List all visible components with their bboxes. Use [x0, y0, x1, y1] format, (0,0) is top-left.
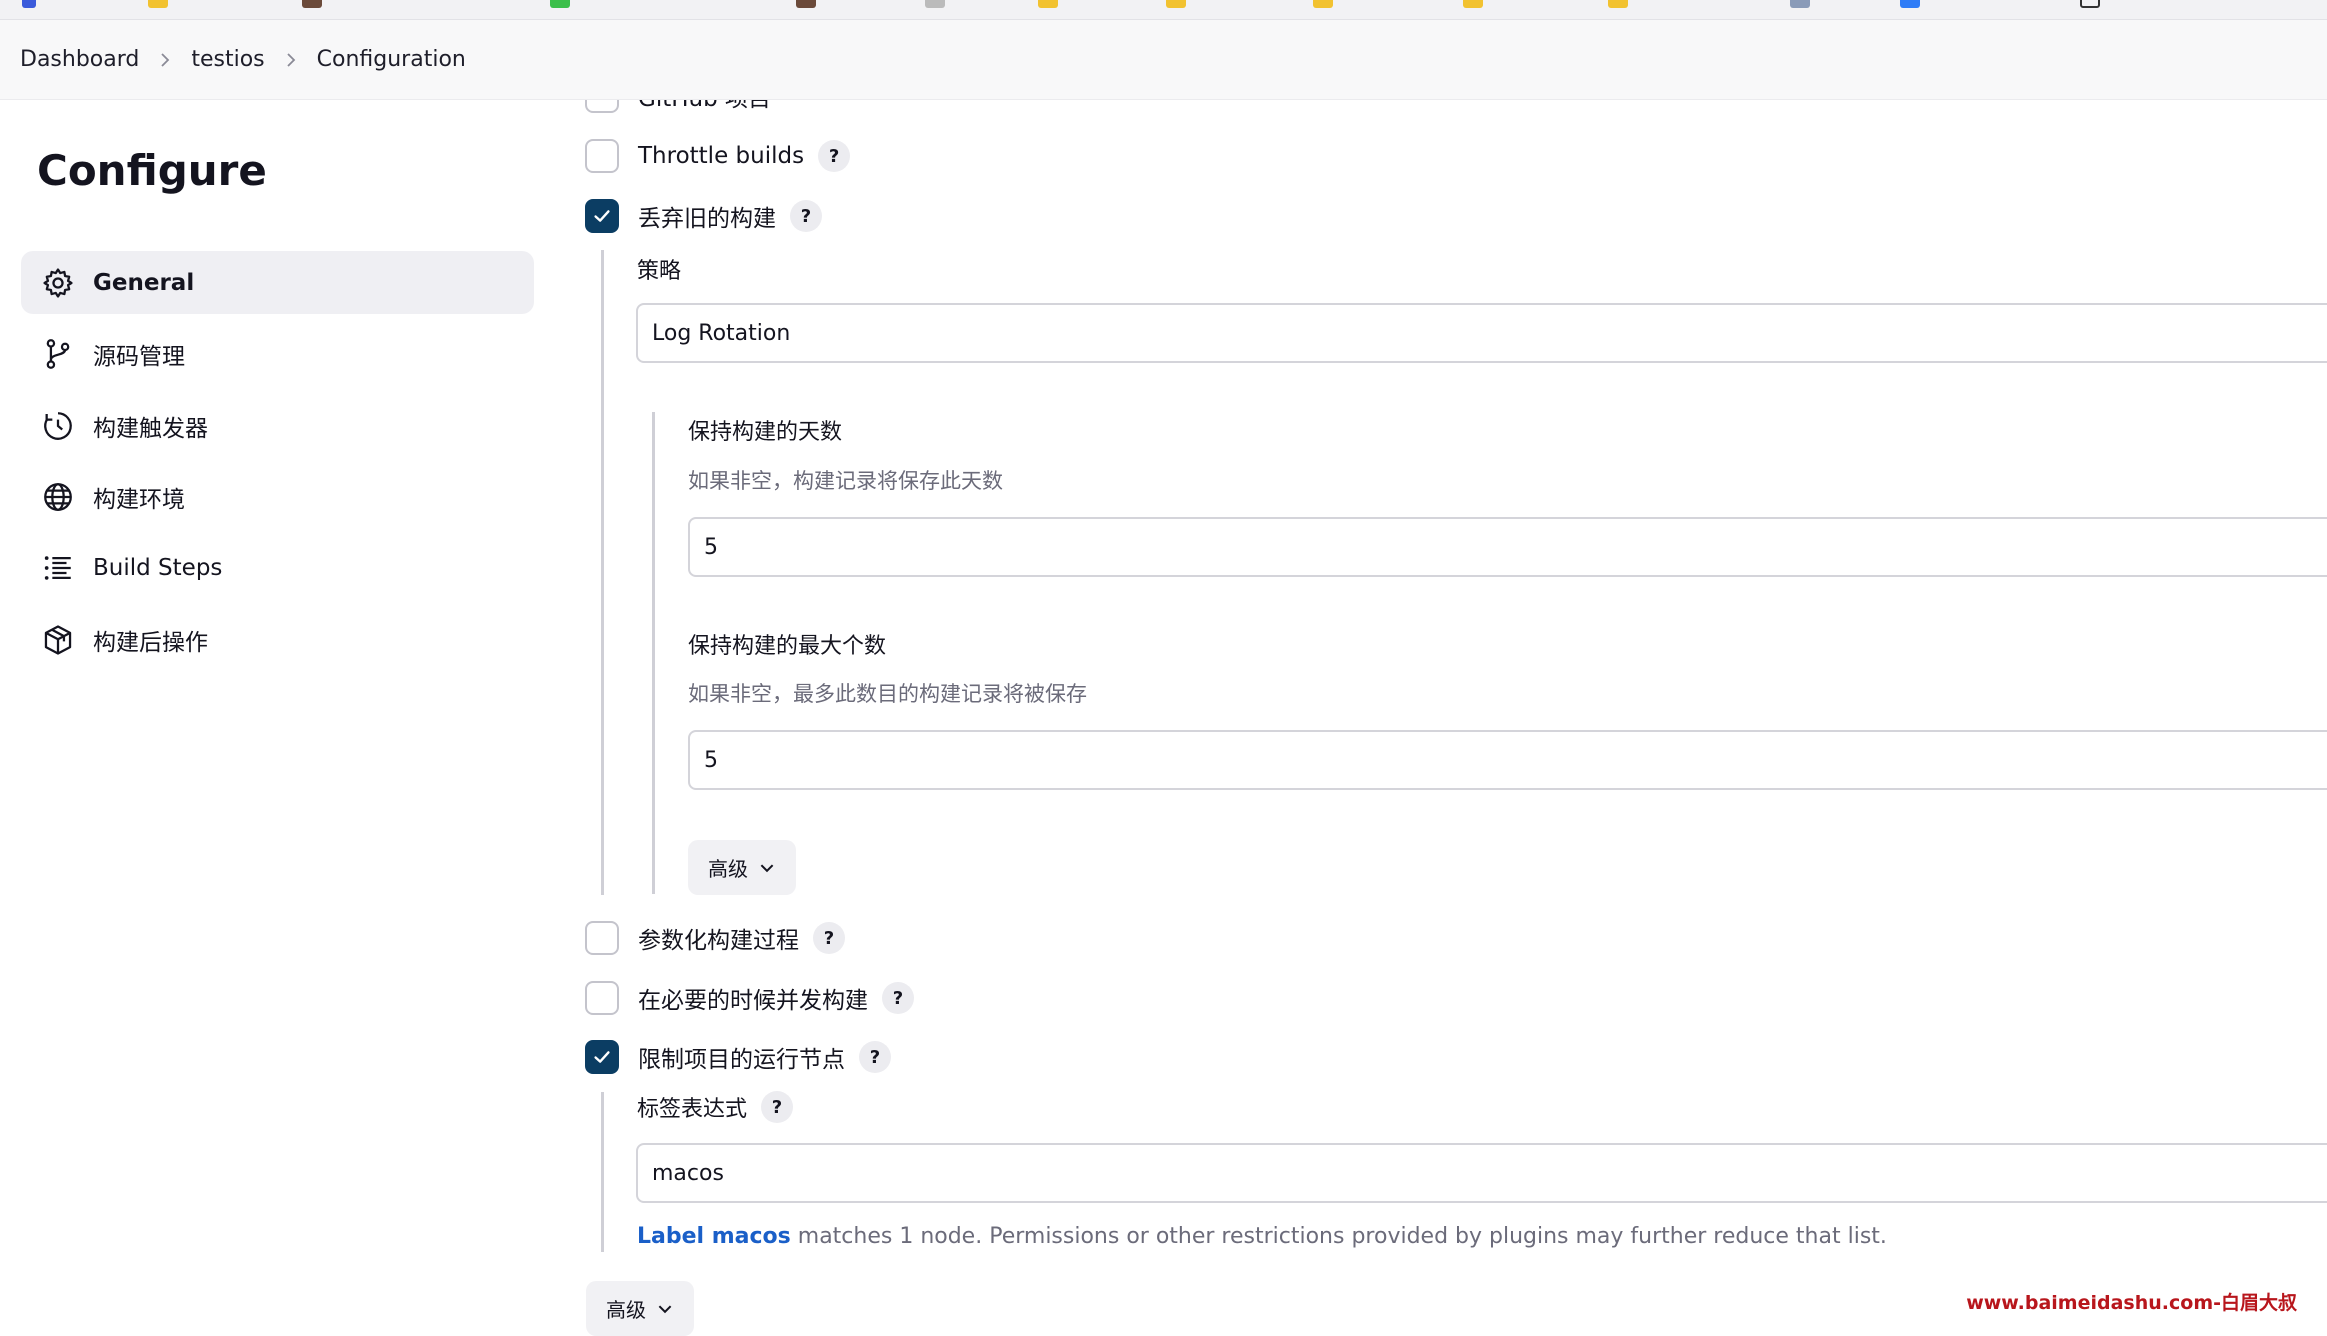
sidebar-item-post-build[interactable]: 构建后操作 — [21, 608, 534, 671]
discard-old-builds-row: 丢弃旧的构建 ? — [585, 199, 822, 233]
gear-icon — [41, 266, 75, 300]
label-match-text: matches 1 node. Permissions or other res… — [790, 1224, 1887, 1249]
advanced-button-general[interactable]: 高级 — [586, 1281, 694, 1336]
concurrent-build-label: 在必要的时候并发构建 — [638, 988, 868, 1014]
help-icon[interactable]: ? — [882, 982, 914, 1014]
max-builds-description: 如果非空，最多此数目的构建记录将被保存 — [688, 682, 1087, 706]
days-to-keep-description: 如果非空，构建记录将保存此天数 — [688, 469, 1003, 493]
checkmark-icon — [594, 1051, 610, 1063]
sidebar-item-label: General — [93, 269, 195, 296]
advanced-label: 高级 — [708, 857, 748, 881]
max-builds-label: 保持构建的最大个数 — [688, 634, 887, 659]
days-to-keep-label: 保持构建的天数 — [688, 420, 843, 445]
help-icon[interactable]: ? — [790, 200, 822, 232]
parameterized-build-label: 参数化构建过程 — [638, 928, 799, 954]
parameterized-build-row: 参数化构建过程 ? — [585, 921, 845, 955]
advanced-label: 高级 — [606, 1298, 646, 1322]
sidebar-item-label: 源码管理 — [93, 343, 185, 370]
concurrent-build-row: 在必要的时候并发构建 ? — [585, 981, 914, 1015]
branch-icon — [41, 337, 75, 371]
chevron-down-icon — [658, 1304, 672, 1313]
page-title: Configure — [37, 146, 267, 195]
section-indent-line — [601, 250, 604, 895]
restrict-node-label: 限制项目的运行节点 — [638, 1047, 845, 1073]
strategy-indent-line — [652, 412, 655, 894]
restrict-indent-line — [601, 1092, 604, 1252]
advanced-button[interactable]: 高级 — [688, 840, 796, 895]
sidebar-item-label: 构建后操作 — [93, 629, 208, 656]
sidebar-item-general[interactable]: General — [21, 251, 534, 314]
breadcrumb-configuration[interactable]: Configuration — [317, 47, 466, 72]
bookmarks-bar — [0, 0, 2327, 20]
sidebar-item-build-environment[interactable]: 构建环境 — [21, 465, 534, 528]
throttle-builds-label: Throttle builds — [638, 143, 805, 169]
breadcrumb-testios[interactable]: testios — [191, 47, 264, 72]
sidebar-item-label: 构建触发器 — [93, 415, 208, 442]
strategy-select[interactable]: Log Rotation — [636, 303, 2327, 363]
github-project-label: GitHub 项目 — [638, 100, 771, 113]
help-icon[interactable]: ? — [859, 1041, 891, 1073]
chevron-right-icon — [265, 52, 317, 68]
restrict-node-checkbox[interactable] — [585, 1040, 619, 1074]
label-expression-label: 标签表达式 — [637, 1097, 748, 1122]
breadcrumb: Dashboard testios Configuration — [0, 20, 2327, 100]
globe-icon — [41, 480, 75, 514]
concurrent-build-checkbox[interactable] — [585, 981, 619, 1015]
discard-old-builds-label: 丢弃旧的构建 — [638, 206, 776, 232]
label-match-note: Label macos matches 1 node. Permissions … — [637, 1224, 1887, 1249]
checkmark-icon — [594, 210, 610, 222]
strategy-label: 策略 — [637, 259, 682, 284]
max-builds-input[interactable]: 5 — [688, 730, 2327, 790]
chevron-right-icon — [139, 52, 191, 68]
clock-icon — [41, 409, 75, 443]
label-expression-input[interactable]: macos — [636, 1143, 2327, 1203]
help-icon[interactable]: ? — [813, 922, 845, 954]
sidebar-item-source-control[interactable]: 源码管理 — [21, 322, 534, 385]
chevron-down-icon — [760, 863, 774, 872]
github-project-checkbox[interactable] — [585, 100, 619, 113]
discard-old-builds-checkbox[interactable] — [585, 199, 619, 233]
throttle-builds-row: Throttle builds ? — [585, 139, 851, 173]
github-project-row: GitHub 项目 — [585, 100, 771, 114]
label-macos-link[interactable]: Label macos — [637, 1224, 791, 1249]
list-icon — [41, 551, 75, 585]
sidebar-item-label: Build Steps — [93, 554, 223, 581]
package-icon — [41, 623, 75, 657]
watermark: www.baimeidashu.com-白眉大叔 — [1966, 1292, 2297, 1314]
help-icon[interactable]: ? — [818, 140, 851, 172]
sidebar-item-label: 构建环境 — [93, 486, 185, 513]
help-icon[interactable]: ? — [761, 1091, 794, 1123]
days-to-keep-input[interactable]: 5 — [688, 517, 2327, 577]
breadcrumb-dashboard[interactable]: Dashboard — [20, 47, 139, 72]
sidebar-item-build-triggers[interactable]: 构建触发器 — [21, 394, 534, 457]
label-expression-row: 标签表达式 ? — [637, 1091, 794, 1123]
throttle-builds-checkbox[interactable] — [585, 139, 619, 173]
parameterized-build-checkbox[interactable] — [585, 921, 619, 955]
restrict-node-row: 限制项目的运行节点 ? — [585, 1040, 891, 1074]
sidebar-item-build-steps[interactable]: Build Steps — [21, 536, 534, 599]
